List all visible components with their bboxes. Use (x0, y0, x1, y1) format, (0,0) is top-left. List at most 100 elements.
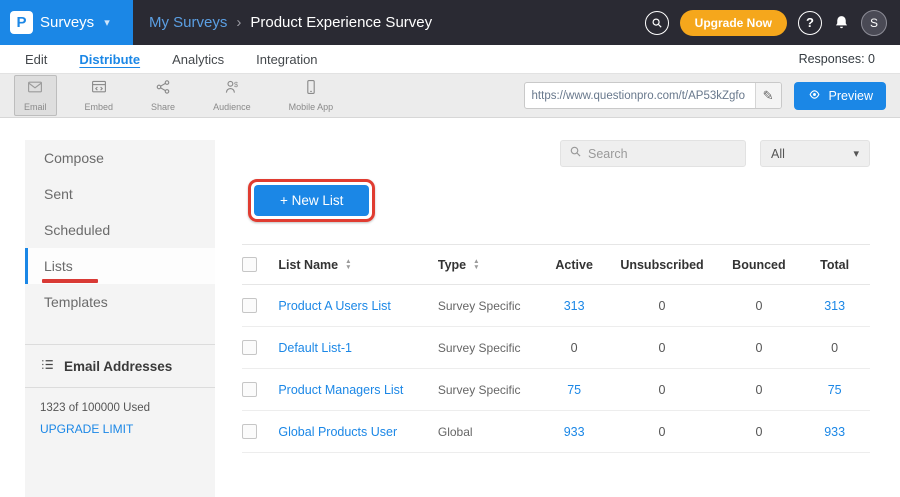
channel-email[interactable]: Email (14, 75, 57, 116)
user-avatar[interactable]: S (861, 10, 887, 36)
audience-icon: $ (224, 79, 240, 100)
column-header-bounced[interactable]: Bounced (719, 245, 800, 285)
row-checkbox[interactable] (242, 424, 257, 439)
bounced-count: 0 (719, 285, 800, 327)
bounced-count: 0 (719, 369, 800, 411)
row-checkbox[interactable] (242, 382, 257, 397)
list-name-link[interactable]: Product A Users List (278, 299, 391, 313)
list-name-link[interactable]: Default List-1 (278, 341, 352, 355)
table-header-row: List Name ▲▼ Type ▲▼ Active Unsubscribed… (242, 245, 870, 285)
sidebar-item-templates[interactable]: Templates (25, 284, 215, 320)
breadcrumb-current: Product Experience Survey (250, 14, 432, 31)
list-name-link[interactable]: Product Managers List (278, 383, 403, 397)
search-icon[interactable] (645, 11, 669, 35)
total-count[interactable]: 75 (799, 369, 870, 411)
row-checkbox[interactable] (242, 340, 257, 355)
content-area: Compose Sent Scheduled Lists Templates E… (0, 118, 900, 497)
edit-url-pencil-icon[interactable]: ✎ (755, 83, 781, 108)
responses-count[interactable]: Responses: 0 (799, 52, 875, 66)
column-header-total[interactable]: Total (799, 245, 870, 285)
channel-label: Mobile App (289, 102, 334, 112)
distribute-toolbar: Email Embed Share $ Audience Mobile App (0, 74, 900, 118)
email-addresses-title: Email Addresses (64, 359, 172, 374)
channel-label: Email (24, 102, 47, 112)
column-header-active[interactable]: Active (543, 245, 606, 285)
bounced-count: 0 (719, 411, 800, 453)
list-type-filter[interactable]: All ▾ (760, 140, 870, 167)
channel-share[interactable]: Share (141, 75, 185, 116)
list-search-field (560, 140, 746, 167)
active-count[interactable]: 0 (543, 327, 606, 369)
table-row: Global Products User Global 933 0 0 933 (242, 411, 870, 453)
row-checkbox[interactable] (242, 298, 257, 313)
tab-analytics[interactable]: Analytics (172, 52, 224, 67)
breadcrumb: My Surveys › Product Experience Survey (149, 14, 432, 31)
topbar: P Surveys ▾ My Surveys › Product Experie… (0, 0, 900, 45)
header-label: List Name (278, 258, 338, 272)
upgrade-limit-link[interactable]: UPGRADE LIMIT (25, 417, 215, 441)
toolbar-right: ✎ Preview (524, 82, 886, 110)
preview-label: Preview (829, 89, 873, 103)
active-count[interactable]: 313 (543, 285, 606, 327)
upgrade-now-button[interactable]: Upgrade Now (680, 10, 787, 36)
active-count[interactable]: 75 (543, 369, 606, 411)
total-count[interactable]: 0 (799, 327, 870, 369)
tab-distribute[interactable]: Distribute (79, 52, 140, 67)
email-lists-table: List Name ▲▼ Type ▲▼ Active Unsubscribed… (242, 244, 870, 453)
svg-text:$: $ (234, 80, 238, 89)
new-list-row: + New List (242, 179, 870, 222)
active-count[interactable]: 933 (543, 411, 606, 453)
list-type: Survey Specific (438, 327, 543, 369)
notifications-bell-icon[interactable] (833, 14, 850, 31)
bounced-count: 0 (719, 327, 800, 369)
filters-row: All ▾ (242, 140, 870, 167)
email-usage-count: 1323 of 100000 Used (25, 388, 215, 417)
survey-url-input[interactable] (525, 90, 755, 102)
channel-list: Email Embed Share $ Audience Mobile App (14, 75, 343, 116)
search-input[interactable] (588, 147, 749, 161)
breadcrumb-my-surveys[interactable]: My Surveys (149, 14, 227, 31)
sort-icon[interactable]: ▲▼ (473, 259, 479, 271)
email-icon (27, 79, 43, 100)
header-label: Type (438, 258, 466, 272)
questionpro-logo: P (10, 11, 33, 34)
main-nav-tabs: Edit Distribute Analytics Integration Re… (0, 45, 900, 74)
sidebar-item-lists[interactable]: Lists (25, 248, 215, 284)
list-lines-icon (40, 357, 55, 375)
topbar-actions: Upgrade Now ? S (645, 10, 900, 36)
product-name: Surveys (40, 14, 94, 31)
sidebar-item-compose[interactable]: Compose (25, 140, 215, 176)
help-icon[interactable]: ? (798, 11, 822, 35)
survey-url-field: ✎ (524, 82, 782, 109)
channel-label: Share (151, 102, 175, 112)
sidebar-item-scheduled[interactable]: Scheduled (25, 212, 215, 248)
chevron-down-icon: ▾ (104, 16, 110, 29)
channel-mobile-app[interactable]: Mobile App (279, 75, 344, 116)
email-addresses-header: Email Addresses (25, 344, 215, 388)
select-all-checkbox[interactable] (242, 257, 257, 272)
channel-audience[interactable]: $ Audience (203, 75, 261, 116)
total-count[interactable]: 313 (799, 285, 870, 327)
table-row: Product A Users List Survey Specific 313… (242, 285, 870, 327)
tab-integration[interactable]: Integration (256, 52, 317, 67)
sidebar-item-label: Lists (44, 258, 73, 274)
tab-edit[interactable]: Edit (25, 52, 47, 67)
unsubscribed-count: 0 (605, 285, 718, 327)
unsubscribed-count: 0 (605, 411, 718, 453)
channel-embed[interactable]: Embed (75, 75, 124, 116)
new-list-button[interactable]: + New List (254, 185, 369, 216)
preview-button[interactable]: Preview (794, 82, 886, 110)
unsubscribed-count: 0 (605, 369, 718, 411)
breadcrumb-separator-icon: › (236, 14, 241, 31)
sidebar-item-sent[interactable]: Sent (25, 176, 215, 212)
product-switcher[interactable]: P Surveys ▾ (0, 0, 133, 45)
annotation-red-box: + New List (248, 179, 375, 222)
column-header-type[interactable]: Type ▲▼ (438, 258, 543, 272)
column-header-list-name[interactable]: List Name ▲▼ (278, 258, 438, 272)
column-header-unsubscribed[interactable]: Unsubscribed (605, 245, 718, 285)
sort-icon[interactable]: ▲▼ (345, 259, 351, 271)
table-row: Default List-1 Survey Specific 0 0 0 0 (242, 327, 870, 369)
list-name-link[interactable]: Global Products User (278, 425, 397, 439)
list-type: Survey Specific (438, 285, 543, 327)
total-count[interactable]: 933 (799, 411, 870, 453)
